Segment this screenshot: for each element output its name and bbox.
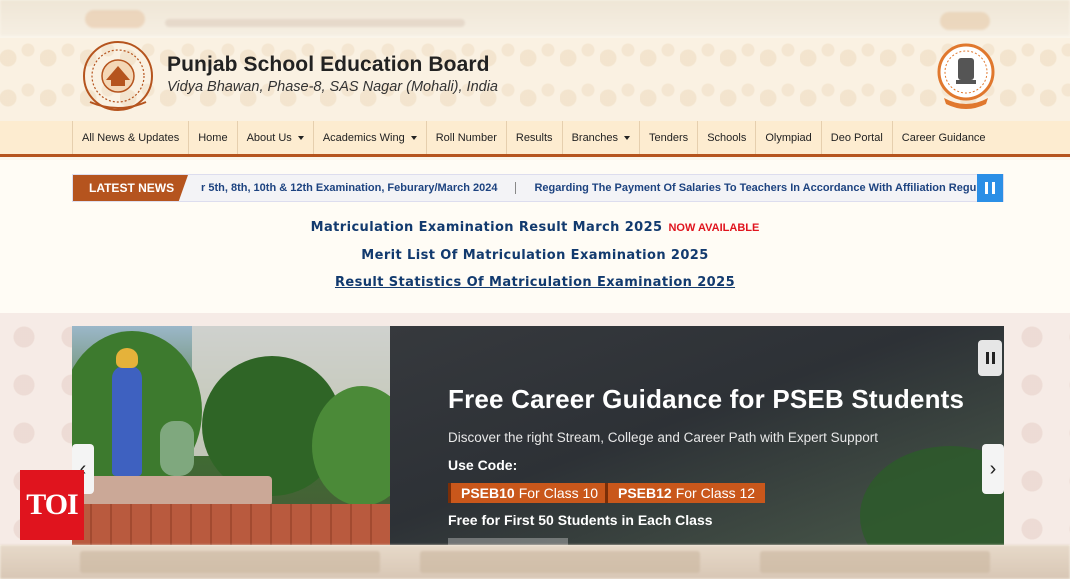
nav-item-career-guidance[interactable]: Career Guidance: [891, 121, 995, 154]
announcement-result-link[interactable]: Matriculation Examination Result March 2…: [0, 220, 1070, 235]
nav-item-label: Results: [515, 131, 553, 144]
slider-pause-button[interactable]: [978, 340, 1002, 376]
site-header: Punjab School Education Board Vidya Bhaw…: [0, 38, 1070, 121]
nav-item-schools[interactable]: Schools: [697, 121, 755, 154]
nav-item-tenders[interactable]: Tenders: [639, 121, 697, 154]
hero-slider: Free Career Guidance for PSEB Students D…: [72, 326, 1004, 545]
page: Punjab School Education Board Vidya Bhaw…: [0, 0, 1070, 579]
nav-item-about-us[interactable]: About Us: [236, 121, 313, 154]
caret-down-icon: [297, 135, 304, 140]
nav-item-deo-portal[interactable]: Deo Portal: [820, 121, 892, 154]
main-navigation: All News & Updates Home About Us Academics …: [0, 121, 1070, 157]
code-text: For Class 12: [675, 485, 756, 501]
latest-news-ticker: LATEST NEWS r 5th, 8th, 10th & 12th Exam…: [72, 174, 1004, 202]
statue-image: [112, 348, 142, 476]
caret-down-icon: [624, 135, 631, 140]
nav-item-label: Schools: [707, 131, 747, 144]
nav-item-label: Branches: [571, 131, 619, 144]
code-value: PSEB12: [618, 485, 672, 501]
latest-news-label: LATEST NEWS: [73, 175, 188, 201]
ticker-item[interactable]: Regarding The Payment Of Salaries To Tea…: [534, 182, 981, 194]
slide-code-label: Use Code:: [448, 457, 518, 473]
ticker-track: r 5th, 8th, 10th & 12th Examination, Feb…: [201, 175, 981, 201]
announcement-statistics-link[interactable]: Result Statistics Of Matriculation Exami…: [0, 275, 1070, 290]
code-badge-class-10: PSEB10 For Class 10: [448, 483, 609, 503]
nav-item-label: Olympiad: [765, 131, 812, 144]
blurred-bottom-strip: [0, 545, 1070, 579]
nav-item-academics-wing[interactable]: Academics Wing: [312, 121, 426, 154]
code-value: PSEB10: [461, 485, 515, 501]
nav-item-label: Tenders: [649, 131, 689, 144]
nav-item-label: All News & Updates: [82, 131, 180, 144]
slide-cutoff-text: [448, 538, 568, 545]
board-address: Vidya Bhawan, Phase-8, SAS Nagar (Mohali…: [167, 79, 498, 95]
toi-watermark-logo: TOI: [20, 470, 84, 540]
code-badge-class-12: PSEB12 For Class 12: [605, 483, 766, 503]
nav-item-home[interactable]: Home: [188, 121, 236, 154]
nav-item-results[interactable]: Results: [505, 121, 562, 154]
nav-item-label: Roll Number: [435, 131, 497, 144]
nav-item-label: Home: [198, 131, 228, 144]
announcement-merit-link[interactable]: Merit List Of Matriculation Examination …: [0, 248, 1070, 263]
nav-item-roll-number[interactable]: Roll Number: [425, 121, 506, 154]
nav-item-label: About Us: [246, 131, 292, 144]
pseb-logo-icon[interactable]: [80, 40, 156, 112]
nav-item-label: Career Guidance: [901, 131, 986, 144]
now-available-badge: NOW AVAILABLE: [668, 222, 760, 234]
slide-title: Free Career Guidance for PSEB Students: [448, 384, 965, 414]
nav-item-all-news-updates[interactable]: All News & Updates: [72, 121, 188, 154]
slider-next-button[interactable]: ›: [982, 444, 1004, 494]
national-emblem-icon: [937, 43, 995, 109]
code-text: For Class 10: [518, 485, 599, 501]
ticker-pause-button[interactable]: [977, 174, 1003, 202]
blurred-top-strip: [0, 0, 1070, 36]
chevron-right-icon: ›: [989, 457, 997, 480]
campus-photo: [72, 326, 412, 545]
caret-down-icon: [410, 135, 417, 140]
ticker-item[interactable]: r 5th, 8th, 10th & 12th Examination, Feb…: [201, 182, 497, 194]
nav-item-olympiad[interactable]: Olympiad: [755, 121, 820, 154]
nav-item-branches[interactable]: Branches: [561, 121, 639, 154]
nav-item-label: Deo Portal: [830, 131, 883, 144]
slide-free-text: Free for First 50 Students in Each Class: [448, 512, 713, 528]
slide-subtitle: Discover the right Stream, College and C…: [448, 430, 878, 445]
result-announcement-text[interactable]: Matriculation Examination Result March 2…: [311, 220, 663, 235]
board-title: Punjab School Education Board: [167, 53, 490, 76]
nav-item-label: Academics Wing: [322, 131, 405, 144]
